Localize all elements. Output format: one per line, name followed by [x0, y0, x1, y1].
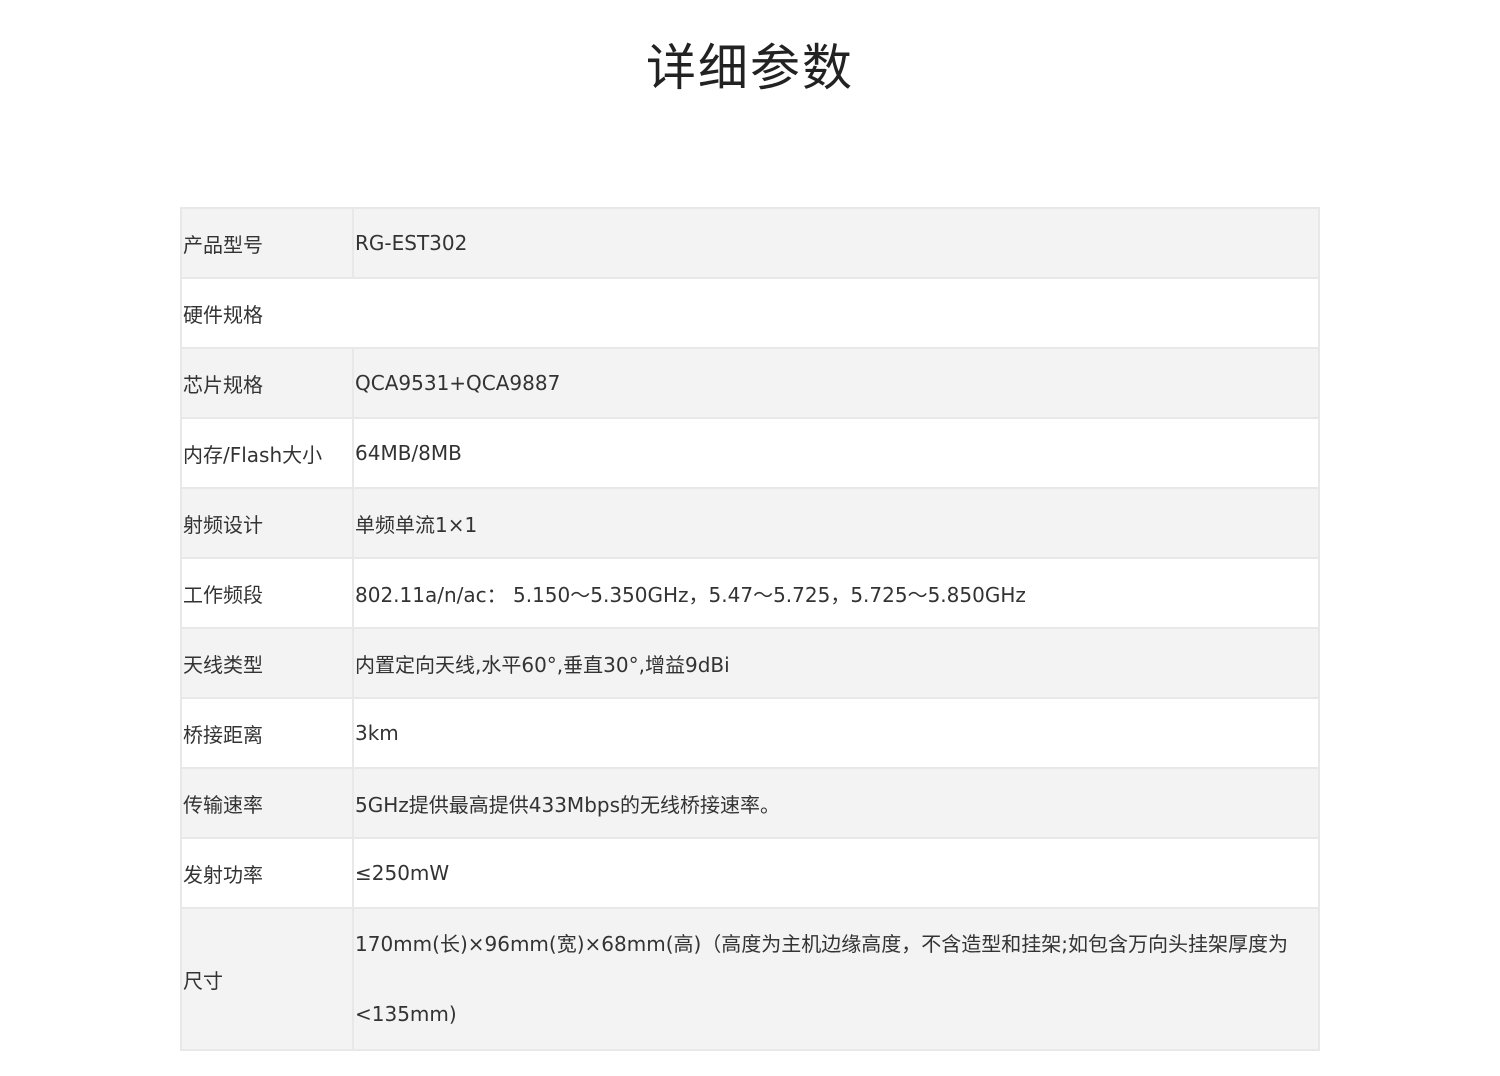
spec-label: 射频设计 — [180, 487, 354, 559]
spec-value-line: <135mm) — [355, 1002, 457, 1026]
spec-value: 802.11a/n/ac： 5.150～5.350GHz，5.47～5.725，… — [352, 557, 1320, 629]
spec-label: 内存/Flash大小 — [180, 417, 354, 489]
spec-section-label: 硬件规格 — [180, 277, 1320, 349]
spec-label: 桥接距离 — [180, 697, 354, 769]
spec-value: ≤250mW — [352, 837, 1320, 909]
table-row: 硬件规格 — [180, 277, 1320, 349]
spec-label: 尺寸 — [180, 907, 354, 1051]
spec-label: 发射功率 — [180, 837, 354, 909]
table-row: 工作频段 802.11a/n/ac： 5.150～5.350GHz，5.47～5… — [180, 557, 1320, 629]
spec-label: 天线类型 — [180, 627, 354, 699]
spec-table: 产品型号 RG-EST302 硬件规格 芯片规格 QCA9531+QCA9887… — [180, 207, 1320, 1051]
table-row: 产品型号 RG-EST302 — [180, 207, 1320, 279]
table-row: 天线类型 内置定向天线,水平60°,垂直30°,增益9dBi — [180, 627, 1320, 699]
spec-value: 5GHz提供最高提供433Mbps的无线桥接速率。 — [352, 767, 1320, 839]
spec-label: 传输速率 — [180, 767, 354, 839]
table-row: 芯片规格 QCA9531+QCA9887 — [180, 347, 1320, 419]
table-row: 尺寸 170mm(长)×96mm(宽)×68mm(高)（高度为主机边缘高度，不含… — [180, 907, 1320, 1051]
table-row: 发射功率 ≤250mW — [180, 837, 1320, 909]
spec-value: 170mm(长)×96mm(宽)×68mm(高)（高度为主机边缘高度，不含造型和… — [352, 907, 1320, 1051]
spec-label: 产品型号 — [180, 207, 354, 279]
spec-value: 单频单流1×1 — [352, 487, 1320, 559]
spec-value: 3km — [352, 697, 1320, 769]
table-row: 内存/Flash大小 64MB/8MB — [180, 417, 1320, 489]
table-row: 射频设计 单频单流1×1 — [180, 487, 1320, 559]
spec-value: 64MB/8MB — [352, 417, 1320, 489]
spec-value: QCA9531+QCA9887 — [352, 347, 1320, 419]
spec-label: 芯片规格 — [180, 347, 354, 419]
table-row: 传输速率 5GHz提供最高提供433Mbps的无线桥接速率。 — [180, 767, 1320, 839]
table-row: 桥接距离 3km — [180, 697, 1320, 769]
spec-value: 内置定向天线,水平60°,垂直30°,增益9dBi — [352, 627, 1320, 699]
page-title: 详细参数 — [646, 39, 854, 97]
spec-value-line: 170mm(长)×96mm(宽)×68mm(高)（高度为主机边缘高度，不含造型和… — [355, 932, 1289, 956]
spec-value: RG-EST302 — [352, 207, 1320, 279]
spec-label: 工作频段 — [180, 557, 354, 629]
